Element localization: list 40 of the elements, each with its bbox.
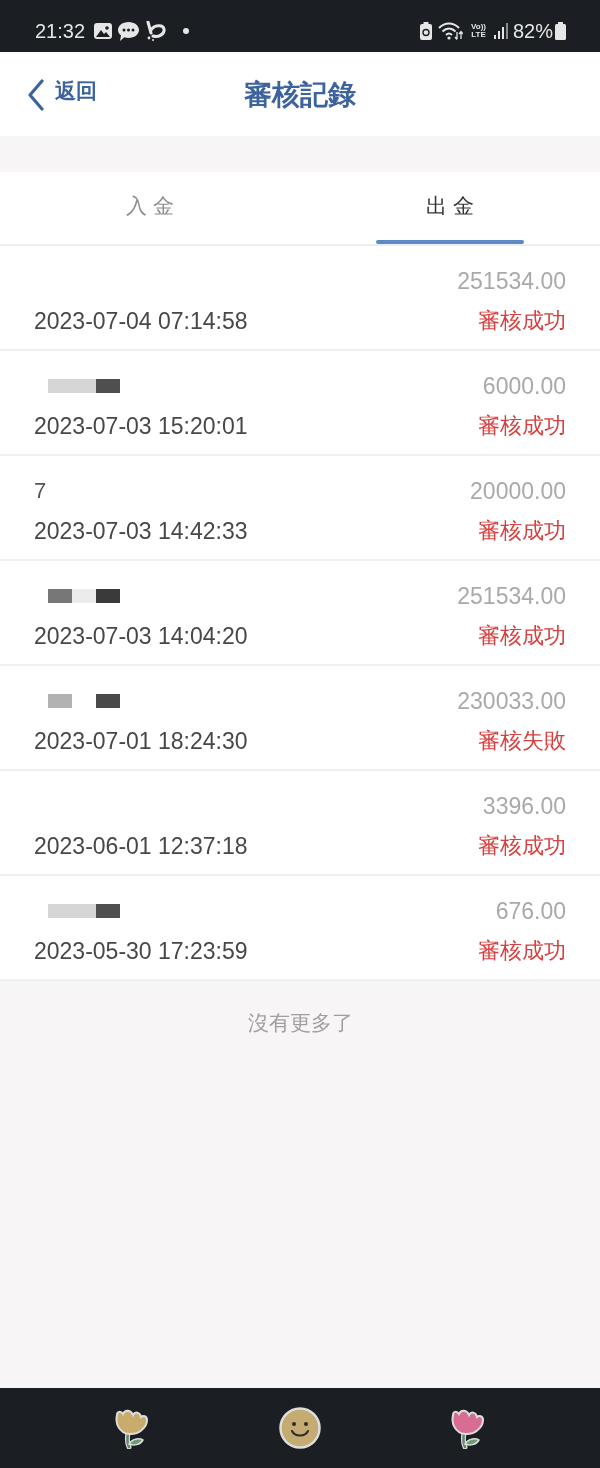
amount-text: 6000.00 bbox=[482, 372, 566, 400]
no-more-text: 沒有更多了 bbox=[247, 1011, 353, 1034]
record-time: 2023-07-04 07:14:58 bbox=[34, 307, 248, 335]
review-status: 審核成功 bbox=[478, 937, 566, 965]
page-title: 審核記錄 bbox=[244, 78, 356, 112]
gallery-icon bbox=[94, 23, 113, 39]
review-status: 審核失敗 bbox=[478, 727, 566, 755]
notification-dot-icon bbox=[183, 28, 190, 34]
review-status: 審核成功 bbox=[478, 412, 566, 440]
review-status: 審核成功 bbox=[478, 622, 566, 650]
battery-percent: 82% bbox=[512, 19, 553, 43]
battery-saver-icon bbox=[420, 22, 432, 40]
app-logo-icon bbox=[145, 21, 168, 41]
record-time: 2023-05-30 17:23:59 bbox=[34, 937, 248, 965]
clock-time: 21:32 bbox=[35, 19, 86, 43]
amount-text: 251534.00 bbox=[457, 582, 566, 610]
smiley-face-icon[interactable] bbox=[279, 1407, 321, 1449]
back-button[interactable]: 返回 bbox=[27, 77, 97, 111]
battery-icon bbox=[555, 22, 566, 40]
amount-text: 20000.00 bbox=[470, 477, 566, 505]
review-status: 審核成功 bbox=[478, 832, 566, 860]
amount-text: 251534.00 bbox=[457, 267, 566, 295]
review-status: 審核成功 bbox=[478, 307, 566, 335]
record-time: 2023-07-03 14:42:33 bbox=[34, 517, 248, 545]
review-status: 審核成功 bbox=[478, 517, 566, 545]
amount-text: 230033.00 bbox=[457, 687, 566, 715]
record-time: 2023-07-03 14:04:20 bbox=[34, 622, 248, 650]
volte-indicator: Vo)) LTE bbox=[471, 23, 486, 39]
record-time: 2023-07-03 15:20:01 bbox=[34, 412, 248, 440]
record-time: 2023-06-01 12:37:18 bbox=[34, 832, 248, 860]
signal-bars-icon bbox=[493, 23, 509, 39]
amount-text: 3396.00 bbox=[482, 792, 566, 820]
flower-icon[interactable] bbox=[113, 1407, 151, 1449]
record-time: 2023-07-01 18:24:30 bbox=[34, 727, 248, 755]
chevron-left-icon bbox=[27, 79, 45, 111]
chat-bubble-icon bbox=[118, 21, 140, 41]
wifi-icon bbox=[438, 22, 463, 40]
flower-icon[interactable] bbox=[449, 1407, 487, 1449]
account-text: 7 bbox=[34, 478, 47, 504]
amount-text: 676.00 bbox=[495, 897, 566, 925]
